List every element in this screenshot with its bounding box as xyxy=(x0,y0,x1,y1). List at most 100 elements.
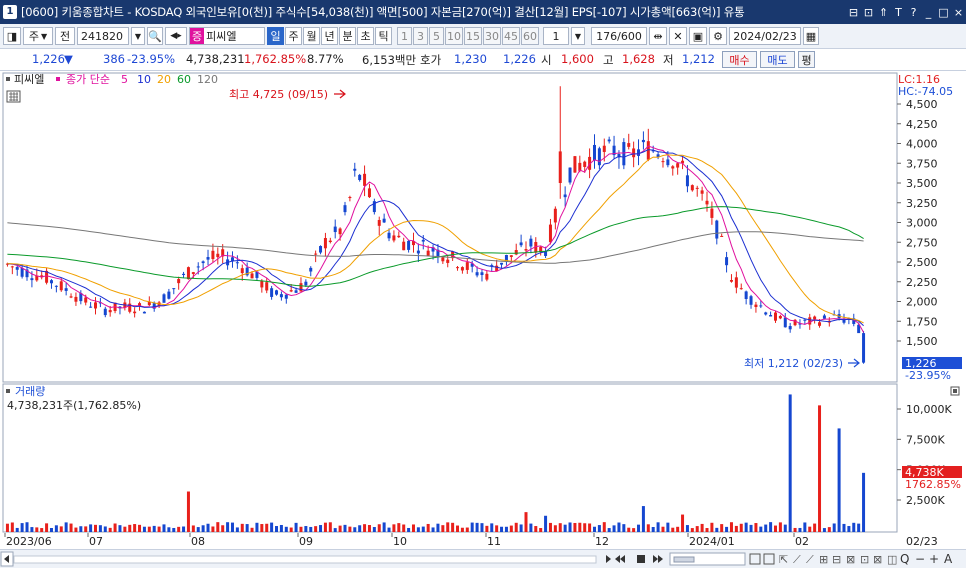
candle-body xyxy=(637,149,641,156)
volume-bar xyxy=(553,525,557,532)
volume-bar xyxy=(260,524,264,532)
count-dropdown-icon[interactable]: ▼ xyxy=(571,27,585,45)
interval-button-15[interactable]: 15 xyxy=(464,27,482,45)
volume-bar xyxy=(847,526,851,532)
volume-percent: 1,762.85% xyxy=(244,52,307,66)
measure-tool-icon[interactable]: ⊟ xyxy=(832,553,841,566)
volume-bar xyxy=(862,472,866,532)
text-tool-icon[interactable]: T xyxy=(891,6,906,19)
timeframe-tab-5[interactable]: 초 xyxy=(357,27,374,45)
code-input[interactable]: 241820 xyxy=(77,27,129,45)
text-tool-icon[interactable]: ⟋ xyxy=(806,553,814,566)
candle-body xyxy=(632,148,636,158)
fib-tool-icon[interactable]: ⊞ xyxy=(819,553,828,566)
volume-bar xyxy=(548,522,552,532)
volume-bar xyxy=(299,526,303,532)
interval-button-30[interactable]: 30 xyxy=(483,27,501,45)
interval-button-1[interactable]: 1 xyxy=(397,27,412,45)
maximize-button[interactable]: □ xyxy=(936,6,951,19)
draw-tools-icon[interactable]: ⇱ xyxy=(779,553,788,566)
code-dropdown-icon[interactable]: ▼ xyxy=(131,27,145,45)
candle-body xyxy=(446,259,450,263)
calendar-icon[interactable]: ▦ xyxy=(803,27,819,45)
date-axis: 2023/06 07 08 09 10 11 12 2024/01 02 02/23 xyxy=(4,533,938,548)
candle-body xyxy=(407,240,411,250)
stock-chart[interactable]: 4,500 4,250 4,000 3,750 3,500 3,250 3,000 2,750… xyxy=(0,71,966,568)
candle-body xyxy=(323,238,327,249)
date-input[interactable]: 2024/02/23 xyxy=(729,27,801,45)
candle-body xyxy=(348,197,352,199)
volume-value-label: 4,738,231주(1,762.85%) xyxy=(7,399,141,412)
timeframe-tab-1[interactable]: 주 xyxy=(285,27,302,45)
plus-icon[interactable]: + xyxy=(929,552,939,566)
rewind-icon[interactable] xyxy=(615,555,625,563)
zoom-slider-thumb[interactable] xyxy=(673,556,695,563)
save-icon[interactable]: ▣ xyxy=(689,27,707,45)
bar-count-field[interactable]: 176/600 xyxy=(591,27,647,45)
volume-bar xyxy=(641,506,645,532)
candle-body xyxy=(402,241,406,251)
interval-button-10[interactable]: 10 xyxy=(445,27,463,45)
minus-icon[interactable]: − xyxy=(915,552,925,566)
interval-button-60[interactable]: 60 xyxy=(521,27,539,45)
settings-icon[interactable]: ◨ xyxy=(3,27,21,45)
stop-icon[interactable] xyxy=(637,555,645,563)
interval-button-45[interactable]: 45 xyxy=(502,27,520,45)
volume-bar xyxy=(627,527,631,532)
panel-marker-icon xyxy=(6,77,10,81)
volume-bar xyxy=(235,527,239,532)
volume-bar xyxy=(382,522,386,532)
export-icon[interactable]: ⊠ xyxy=(873,553,882,566)
chart-area[interactable]: 4,500 4,250 4,000 3,750 3,500 3,250 3,000 2,750… xyxy=(0,71,966,568)
gear-icon[interactable]: ⚙ xyxy=(709,27,727,45)
timeframe-tab-6[interactable]: 틱 xyxy=(375,27,392,45)
layout-icon[interactable] xyxy=(763,553,775,565)
volume-tick-label: 10,000K xyxy=(906,403,952,416)
buy-button[interactable]: 매수 xyxy=(722,51,757,68)
ruler-icon[interactable]: ⊠ xyxy=(846,553,855,566)
trend-tool-icon[interactable]: ⟋ xyxy=(793,553,801,566)
volume-bar xyxy=(822,528,826,532)
timeframe-tab-2[interactable]: 월 xyxy=(303,27,320,45)
stock-name-field[interactable]: 증 피씨엘 xyxy=(189,27,265,45)
volume-bar xyxy=(514,522,518,532)
restore-layout-icon[interactable]: ⊡ xyxy=(861,6,876,19)
timeframe-tab-4[interactable]: 분 xyxy=(339,27,356,45)
fast-forward-icon[interactable] xyxy=(653,555,663,563)
image-icon[interactable]: ◫ xyxy=(887,553,897,566)
volume-bar xyxy=(744,522,748,532)
copy-icon[interactable]: ⊡ xyxy=(860,553,869,566)
volume-axis: 10,000K7,500K5,000K2,500K xyxy=(897,403,952,507)
timeframe-tab-0[interactable]: 일 xyxy=(267,27,284,45)
timeframe-tab-3[interactable]: 년 xyxy=(321,27,338,45)
search-icon[interactable]: 🔍 xyxy=(147,27,163,45)
zoom-out-icon[interactable]: Q xyxy=(900,552,909,566)
crosshair-icon[interactable]: ✕ xyxy=(669,27,687,45)
split-view-icon[interactable] xyxy=(749,553,761,565)
horizontal-scrollbar[interactable] xyxy=(13,555,597,564)
volume-bar xyxy=(372,527,376,532)
help-icon[interactable]: ? xyxy=(906,6,921,19)
sell-button[interactable]: 매도 xyxy=(760,51,795,68)
period-select[interactable]: 주 ▼ xyxy=(23,27,53,45)
date-right-label: 02/23 xyxy=(906,535,938,548)
pin-icon[interactable]: ⇑ xyxy=(876,6,891,19)
candle-body xyxy=(294,290,298,293)
all-button[interactable]: 전 xyxy=(55,27,75,45)
window-number[interactable]: 1 xyxy=(3,5,17,19)
interval-button-3[interactable]: 3 xyxy=(413,27,428,45)
candle-body xyxy=(250,273,254,279)
auto-fit-icon[interactable]: A xyxy=(944,552,953,566)
close-button[interactable]: × xyxy=(951,6,966,19)
candle-body xyxy=(744,291,748,299)
minimize-button[interactable]: _ xyxy=(921,6,936,19)
count-input[interactable]: 1 xyxy=(543,27,569,45)
sound-icon[interactable]: ◀▸ xyxy=(165,27,187,45)
layout-icon[interactable]: ⊟ xyxy=(846,6,861,19)
zoom-icon[interactable]: ⇹ xyxy=(649,27,667,45)
chart-navigation-bar: ⇱ ⟋ ⟋ ⊞ ⊟ ⊠ ⊡ ⊠ ◫ Q − + A xyxy=(0,549,966,568)
interval-button-5[interactable]: 5 xyxy=(429,27,444,45)
eval-button[interactable]: 평 xyxy=(798,51,815,68)
candle-body xyxy=(563,194,567,198)
play-icon[interactable] xyxy=(606,555,611,563)
